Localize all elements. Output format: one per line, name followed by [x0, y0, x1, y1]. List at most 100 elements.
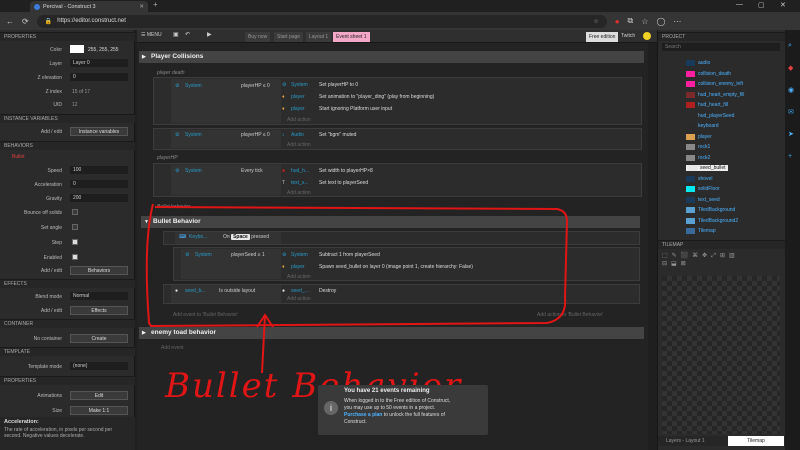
object-type-icon	[686, 207, 695, 213]
color-value[interactable]: 255, 255, 255	[88, 47, 119, 53]
behaviors-add-edit-label: Add / edit	[40, 268, 62, 274]
object-type-icon	[686, 102, 695, 108]
animations-edit-button[interactable]: Edit	[70, 391, 128, 400]
refresh-icon[interactable]: ⟳	[22, 17, 29, 26]
project-item-label: text_seed	[698, 196, 720, 203]
tab-buy-now[interactable]: Buy now	[245, 32, 271, 42]
bullet-behavior-label[interactable]: Bullet	[12, 154, 25, 160]
project-item-label: seed_bullet	[700, 165, 726, 171]
more-icon[interactable]: ⋯	[673, 17, 681, 26]
effects-header[interactable]: EFFECTS	[0, 279, 135, 288]
sidebar-add-icon[interactable]: +	[788, 153, 792, 160]
step-checkbox[interactable]	[72, 239, 78, 245]
project-item[interactable]: hud_playerSeed	[686, 112, 734, 119]
gravity-input[interactable]: 200	[70, 194, 128, 202]
project-item[interactable]: seed_bullet	[686, 165, 728, 171]
project-header: PROJECT	[658, 32, 786, 41]
acceleration-label: Acceleration	[34, 182, 62, 188]
construct-favicon-icon	[34, 3, 40, 10]
minimize-icon[interactable]: —	[736, 1, 743, 8]
project-item[interactable]: collision_enemy_left	[686, 81, 743, 87]
project-item[interactable]: shovel	[686, 175, 712, 182]
project-item-label: hud_heart_empty_fill	[698, 91, 745, 98]
undo-icon[interactable]: ↶	[185, 31, 190, 38]
sidebar-search-icon[interactable]: ⌕	[788, 42, 792, 50]
favorites-icon[interactable]: ☆	[641, 17, 648, 26]
tilemap-tab[interactable]: Tilemap	[728, 436, 784, 446]
purchase-plan-link[interactable]: Purchase a plan	[344, 412, 382, 418]
close-window-icon[interactable]: ✕	[780, 1, 786, 9]
layers-tab[interactable]: Layers - Layout 1	[666, 438, 705, 444]
project-item[interactable]: hud_heart_empty_fill	[686, 91, 745, 98]
make-1-1-button[interactable]: Make 1:1	[70, 406, 128, 415]
project-item[interactable]: text_seed	[686, 196, 720, 203]
sidebar-drop-icon[interactable]: ➤	[788, 130, 794, 138]
create-container-button[interactable]: Create	[70, 334, 128, 343]
instance-variables-button[interactable]: Instance variables	[70, 127, 128, 136]
effects-button[interactable]: Effects	[70, 306, 128, 315]
toast-line-4: Construct.	[344, 419, 367, 425]
project-item[interactable]: collision_death	[686, 70, 732, 77]
twitch-label[interactable]: Twitch	[621, 33, 635, 39]
project-search-input[interactable]: Search	[662, 43, 780, 51]
project-item-label: collision_enemy_left	[698, 81, 744, 87]
events-remaining-toast[interactable]: i You have 21 events remaining When logg…	[318, 385, 488, 435]
extensions-icon[interactable]: ●	[615, 17, 620, 26]
speed-input[interactable]: 100	[70, 166, 128, 174]
tilemap-canvas[interactable]	[662, 276, 780, 434]
behaviors-button[interactable]: Behaviors	[70, 266, 128, 275]
play-icon[interactable]: ▶	[207, 31, 212, 38]
z-elevation-input[interactable]: 0	[70, 73, 128, 81]
tab-layout-1[interactable]: Layout 1	[306, 32, 332, 42]
close-tab-icon[interactable]: ✕	[139, 4, 144, 10]
object-type-icon	[686, 112, 695, 119]
project-item[interactable]: Tilemap	[686, 228, 716, 234]
address-bar[interactable]: 🔒 https://editor.construct.net ☆	[36, 14, 607, 28]
maximize-icon[interactable]: ▢	[758, 1, 765, 9]
layer-select[interactable]: Layer 0	[70, 59, 128, 67]
project-item[interactable]: player	[686, 133, 712, 140]
project-item[interactable]: TiledBackground	[686, 207, 735, 213]
layer-label: Layer	[49, 61, 62, 67]
properties-section-header[interactable]: PROPERTIES	[0, 376, 135, 385]
new-tab-icon[interactable]: +	[153, 0, 158, 9]
behaviors-header[interactable]: BEHAVIORS	[0, 141, 135, 150]
container-header[interactable]: CONTAINER	[0, 319, 135, 328]
star-icon[interactable]: ☆	[593, 18, 598, 25]
project-item[interactable]: rock2	[686, 154, 710, 161]
browser-tab[interactable]: Percival - Construct 3 ✕	[30, 1, 148, 12]
sidebar-outlook-icon[interactable]: ✉	[788, 108, 794, 116]
blend-mode-label: Blend mode	[35, 294, 62, 300]
enabled-checkbox[interactable]	[72, 254, 78, 260]
sidebar-games-icon[interactable]: ◉	[788, 86, 794, 94]
set-angle-checkbox[interactable]	[72, 224, 78, 230]
extensions-puzzle-icon[interactable]: ⧉	[628, 16, 634, 26]
template-header[interactable]: TEMPLATE	[0, 347, 135, 356]
template-mode-select[interactable]: (none)	[70, 362, 128, 370]
smiley-icon[interactable]	[643, 32, 651, 40]
bounce-checkbox[interactable]	[72, 209, 78, 215]
menu-button[interactable]: ☰ MENU	[141, 32, 162, 38]
color-swatch[interactable]	[70, 45, 84, 53]
project-item[interactable]: solidFloor	[686, 186, 720, 192]
instance-variables-header[interactable]: INSTANCE VARIABLES	[0, 114, 135, 123]
profile-icon[interactable]: ◯	[656, 17, 665, 26]
save-icon[interactable]: ▣	[173, 31, 179, 38]
tab-start-page[interactable]: Start page	[274, 32, 304, 42]
tilemap-toolbar[interactable]: ⬚✎⬛⌘✥⤢⊞▥ ⊟⬓⊠	[662, 252, 780, 272]
project-item[interactable]: hud_heart_fill	[686, 102, 728, 108]
object-type-icon	[686, 91, 695, 98]
project-item[interactable]: TiledBackground2	[686, 217, 738, 224]
tab-event-sheet-1[interactable]: Event sheet 1	[333, 32, 370, 42]
back-icon[interactable]: ←	[6, 17, 14, 26]
project-item[interactable]: rock1	[686, 144, 710, 150]
blend-mode-select[interactable]: Normal	[70, 292, 128, 300]
tab-title: Percival - Construct 3	[43, 3, 96, 10]
project-item[interactable]: keyboard	[686, 123, 719, 129]
acceleration-input[interactable]: 0	[70, 180, 128, 188]
sidebar-tools-icon[interactable]: ◆	[788, 64, 793, 72]
free-edition-badge[interactable]: Free edition	[586, 32, 619, 42]
project-item-label: collision_death	[698, 70, 732, 77]
project-item-label: keyboard	[698, 123, 719, 129]
project-item[interactable]: audio	[686, 60, 710, 66]
